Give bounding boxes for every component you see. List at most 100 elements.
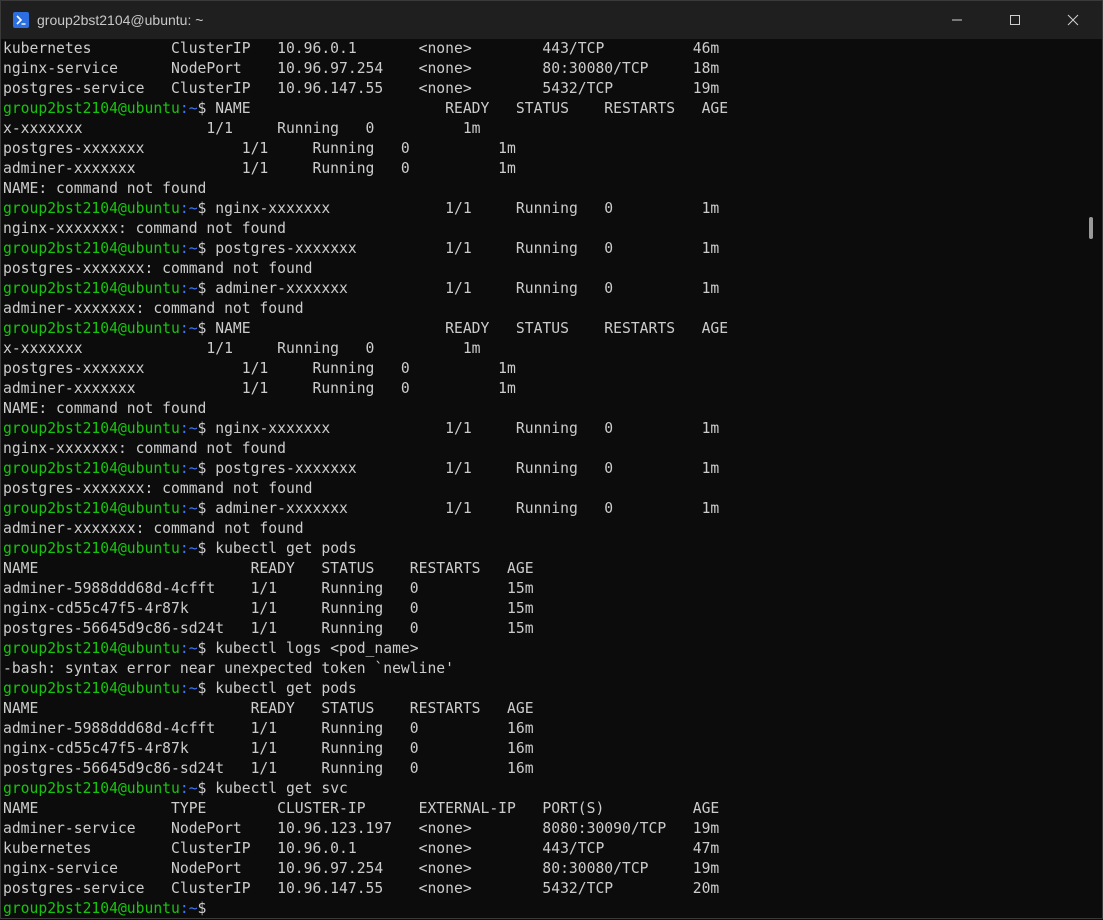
output-line: x-xxxxxxx 1/1 Running 0 1m: [3, 120, 481, 137]
command-text: NAME READY STATUS RESTARTS AGE: [215, 320, 729, 337]
command-text: kubectl get pods: [215, 680, 357, 697]
prompt-symbol: $: [197, 100, 216, 117]
output-line: nginx-xxxxxxx: command not found: [3, 220, 286, 237]
output-line: NAME READY STATUS RESTARTS AGE: [3, 560, 534, 577]
prompt-user-host: group2bst2104@ubuntu: [3, 320, 180, 337]
prompt-user-host: group2bst2104@ubuntu: [3, 900, 180, 917]
prompt-user-host: group2bst2104@ubuntu: [3, 640, 180, 657]
prompt-symbol: $: [197, 640, 216, 657]
command-text: postgres-xxxxxxx 1/1 Running 0 1m: [215, 240, 720, 257]
prompt-path: :~: [179, 320, 198, 337]
output-line: adminer-5988ddd68d-4cfft 1/1 Running 0 1…: [3, 580, 534, 597]
prompt-symbol: $: [197, 280, 216, 297]
output-line: postgres-xxxxxxx: command not found: [3, 480, 313, 497]
output-line: NAME: command not found: [3, 400, 207, 417]
output-line: postgres-56645d9c86-sd24t 1/1 Running 0 …: [3, 760, 534, 777]
prompt-user-host: group2bst2104@ubuntu: [3, 460, 180, 477]
vertical-scrollbar[interactable]: [1086, 41, 1096, 918]
prompt-symbol: $: [197, 240, 216, 257]
prompt-symbol: $: [197, 460, 216, 477]
command-text: kubectl logs <pod_name>: [215, 640, 419, 657]
prompt-path: :~: [179, 240, 198, 257]
powershell-icon: [13, 12, 29, 28]
output-line: postgres-service ClusterIP 10.96.147.55 …: [3, 880, 720, 897]
minimize-icon: [952, 19, 962, 21]
command-text: postgres-xxxxxxx 1/1 Running 0 1m: [215, 460, 720, 477]
output-line: NAME: command not found: [3, 180, 207, 197]
prompt-user-host: group2bst2104@ubuntu: [3, 200, 180, 217]
prompt-path: :~: [179, 420, 198, 437]
output-line: adminer-xxxxxxx 1/1 Running 0 1m: [3, 160, 516, 177]
prompt-path: :~: [179, 780, 198, 797]
maximize-button[interactable]: [986, 1, 1044, 39]
scrollbar-thumb[interactable]: [1089, 217, 1093, 239]
command-line: group2bst2104@ubuntu:~$ adminer-xxxxxxx …: [3, 499, 1083, 519]
output-line: x-xxxxxxx 1/1 Running 0 1m: [3, 340, 481, 357]
prompt-user-host: group2bst2104@ubuntu: [3, 100, 180, 117]
output-line: adminer-xxxxxxx: command not found: [3, 520, 304, 537]
output-line: nginx-cd55c47f5-4r87k 1/1 Running 0 16m: [3, 740, 534, 757]
output-line: postgres-xxxxxxx 1/1 Running 0 1m: [3, 140, 516, 157]
command-line: group2bst2104@ubuntu:~$ NAME READY STATU…: [3, 99, 1083, 119]
prompt-path: :~: [179, 640, 198, 657]
command-line: group2bst2104@ubuntu:~$ postgres-xxxxxxx…: [3, 239, 1083, 259]
command-line: group2bst2104@ubuntu:~$ kubectl get pods: [3, 539, 1083, 559]
output-line: postgres-56645d9c86-sd24t 1/1 Running 0 …: [3, 620, 534, 637]
output-line: NAME TYPE CLUSTER-IP EXTERNAL-IP PORT(S)…: [3, 800, 720, 817]
command-line: group2bst2104@ubuntu:~$ kubectl get svc: [3, 779, 1083, 799]
prompt-symbol: $: [197, 780, 216, 797]
prompt-user-host: group2bst2104@ubuntu: [3, 500, 180, 517]
command-text: kubectl get svc: [215, 780, 348, 797]
output-line: postgres-service ClusterIP 10.96.147.55 …: [3, 80, 720, 97]
command-text: nginx-xxxxxxx 1/1 Running 0 1m: [215, 420, 720, 437]
command-text: adminer-xxxxxxx 1/1 Running 0 1m: [215, 280, 720, 297]
maximize-icon: [1010, 15, 1020, 25]
output-line: nginx-cd55c47f5-4r87k 1/1 Running 0 15m: [3, 600, 534, 617]
command-text: NAME READY STATUS RESTARTS AGE: [215, 100, 729, 117]
command-line: group2bst2104@ubuntu:~$ nginx-xxxxxxx 1/…: [3, 419, 1083, 439]
command-line: group2bst2104@ubuntu:~$ adminer-xxxxxxx …: [3, 279, 1083, 299]
prompt-user-host: group2bst2104@ubuntu: [3, 780, 180, 797]
prompt-user-host: group2bst2104@ubuntu: [3, 280, 180, 297]
prompt-path: :~: [179, 680, 198, 697]
command-text: kubectl get pods: [215, 540, 357, 557]
output-line: NAME READY STATUS RESTARTS AGE: [3, 700, 534, 717]
prompt-symbol: $: [197, 900, 216, 917]
close-button[interactable]: [1044, 1, 1102, 39]
output-line: adminer-5988ddd68d-4cfft 1/1 Running 0 1…: [3, 720, 534, 737]
output-line: nginx-service NodePort 10.96.97.254 <non…: [3, 860, 720, 877]
output-line: adminer-service NodePort 10.96.123.197 <…: [3, 820, 720, 837]
prompt-path: :~: [179, 280, 198, 297]
prompt-symbol: $: [197, 540, 216, 557]
output-line: kubernetes ClusterIP 10.96.0.1 <none> 44…: [3, 840, 720, 857]
terminal-output[interactable]: kubernetes ClusterIP 10.96.0.1 <none> 44…: [3, 39, 1083, 920]
terminal-window: group2bst2104@ubuntu: ~ kubernetes Clust…: [0, 0, 1103, 919]
minimize-button[interactable]: [928, 1, 986, 39]
output-line: postgres-xxxxxxx: command not found: [3, 260, 313, 277]
command-line: group2bst2104@ubuntu:~$ kubectl get pods: [3, 679, 1083, 699]
command-line: group2bst2104@ubuntu:~$: [3, 899, 1083, 919]
prompt-symbol: $: [197, 420, 216, 437]
output-line: nginx-xxxxxxx: command not found: [3, 440, 286, 457]
title-bar[interactable]: group2bst2104@ubuntu: ~: [1, 1, 1102, 39]
prompt-path: :~: [179, 500, 198, 517]
window-title: group2bst2104@ubuntu: ~: [37, 12, 204, 28]
command-text: nginx-xxxxxxx 1/1 Running 0 1m: [215, 200, 720, 217]
command-line: group2bst2104@ubuntu:~$ nginx-xxxxxxx 1/…: [3, 199, 1083, 219]
prompt-path: :~: [179, 540, 198, 557]
output-line: kubernetes ClusterIP 10.96.0.1 <none> 44…: [3, 40, 720, 57]
prompt-path: :~: [179, 100, 198, 117]
prompt-symbol: $: [197, 500, 216, 517]
prompt-symbol: $: [197, 320, 216, 337]
prompt-symbol: $: [197, 200, 216, 217]
close-icon: [1067, 14, 1079, 26]
output-line: postgres-xxxxxxx 1/1 Running 0 1m: [3, 360, 516, 377]
prompt-user-host: group2bst2104@ubuntu: [3, 420, 180, 437]
prompt-symbol: $: [197, 680, 216, 697]
prompt-user-host: group2bst2104@ubuntu: [3, 240, 180, 257]
output-line: adminer-xxxxxxx: command not found: [3, 300, 304, 317]
prompt-path: :~: [179, 200, 198, 217]
output-line: -bash: syntax error near unexpected toke…: [3, 660, 454, 677]
command-text: adminer-xxxxxxx 1/1 Running 0 1m: [215, 500, 720, 517]
command-line: group2bst2104@ubuntu:~$ postgres-xxxxxxx…: [3, 459, 1083, 479]
